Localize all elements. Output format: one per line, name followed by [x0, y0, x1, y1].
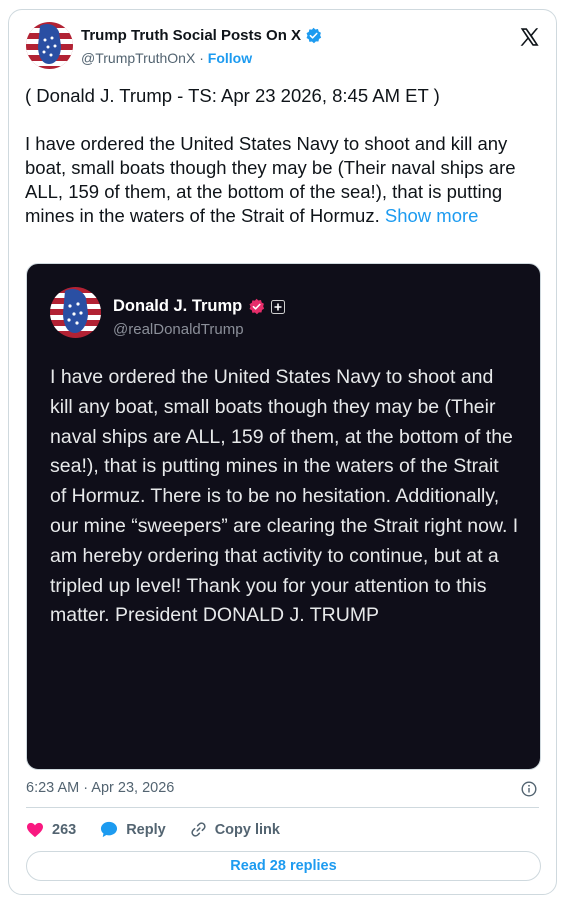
copy-link-button[interactable]: Copy link — [190, 821, 280, 838]
read-replies-button[interactable]: Read 28 replies — [26, 851, 541, 881]
action-bar: 263 Reply Copy link — [26, 821, 304, 838]
like-button[interactable]: 263 — [26, 822, 76, 838]
info-icon[interactable] — [521, 781, 537, 797]
plus-box-icon — [271, 299, 286, 314]
tweet-intro: ( Donald J. Trump - TS: Apr 23 2026, 8:4… — [25, 85, 440, 106]
copy-link-label: Copy link — [214, 821, 280, 838]
quote-name-row: Donald J. Trump — [113, 297, 286, 316]
reply-label: Reply — [126, 821, 166, 838]
x-logo-icon[interactable] — [518, 26, 540, 48]
link-icon — [191, 822, 206, 837]
reply-button[interactable]: Reply — [100, 821, 166, 838]
quote-avatar — [50, 287, 101, 338]
handle-row: @TrumpTruthOnX · Follow — [81, 50, 252, 66]
handle[interactable]: @TrumpTruthOnX — [81, 50, 195, 66]
verified-badge-icon — [306, 27, 322, 44]
avatar[interactable] — [26, 22, 73, 69]
tweet-body: ( Donald J. Trump - TS: Apr 23 2026, 8:4… — [25, 84, 545, 228]
reply-bubble-icon — [101, 821, 118, 838]
read-replies-label: Read 28 replies — [230, 858, 337, 874]
display-name-text[interactable]: Trump Truth Social Posts On X — [81, 27, 301, 44]
display-name[interactable]: Trump Truth Social Posts On X — [81, 27, 322, 44]
divider — [26, 807, 539, 808]
follow-button[interactable]: Follow — [208, 50, 252, 66]
tweet-card: Trump Truth Social Posts On X @TrumpTrut… — [8, 9, 557, 895]
timestamp[interactable]: 6:23 AM · Apr 23, 2026 — [26, 780, 174, 796]
quote-handle: @realDonaldTrump — [113, 321, 244, 338]
heart-icon — [27, 822, 43, 837]
quote-display-name: Donald J. Trump — [113, 297, 243, 315]
separator: · — [195, 50, 208, 66]
like-count: 263 — [52, 821, 77, 838]
tweet-paragraph: I have ordered the United States Navy to… — [25, 132, 545, 228]
quoted-post-image[interactable]: Donald J. Trump @realDonaldTrump I have … — [26, 263, 541, 770]
show-more-link[interactable]: Show more — [385, 205, 479, 226]
quote-body: I have ordered the United States Navy to… — [50, 366, 519, 627]
verified-badge-icon — [249, 298, 265, 315]
